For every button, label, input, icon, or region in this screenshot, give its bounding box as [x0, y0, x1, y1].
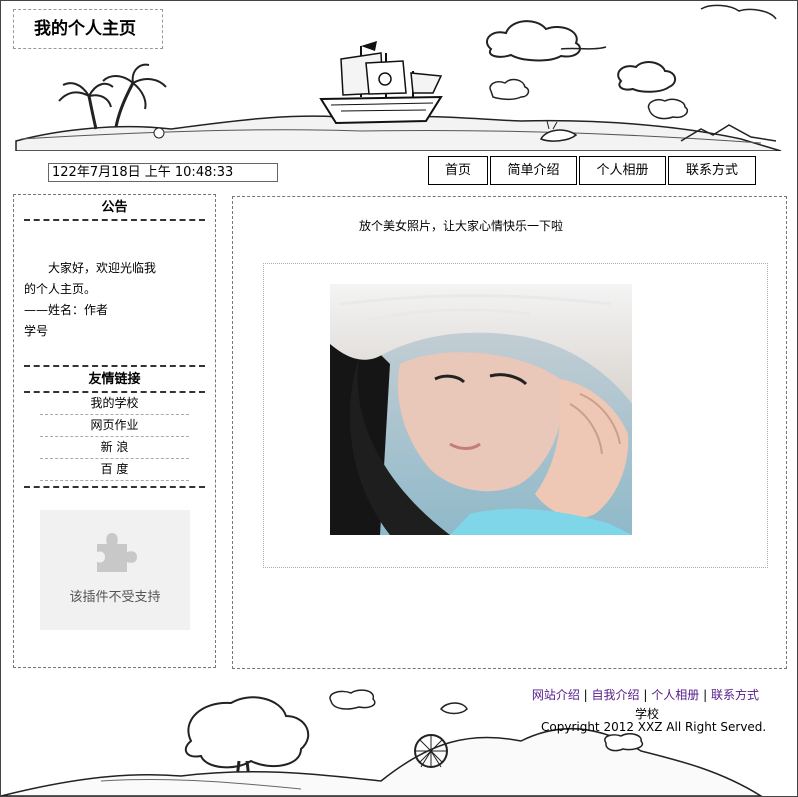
main-content: 放个美女照片，让大家心情快乐一下啦 [232, 196, 787, 669]
notice-line: ——姓名：作者 [24, 303, 109, 317]
footer-link-album[interactable]: 个人相册 [651, 688, 699, 702]
notice-line: 的个人主页。 [24, 282, 97, 296]
link-sina[interactable]: 新 浪 [40, 437, 189, 459]
nav-contact[interactable]: 联系方式 [668, 156, 756, 185]
footer-copyright: Copyright 2012 XXZ All Right Served. [541, 720, 767, 734]
link-my-school[interactable]: 我的学校 [40, 393, 189, 415]
footer-nav: 网站介绍 | 自我介绍 | 个人相册 | 联系方式 [532, 686, 759, 703]
photo-frame [263, 263, 768, 568]
notice-line: 大家好，欢迎光临我 [48, 261, 157, 275]
footer-link-site-intro[interactable]: 网站介绍 [532, 688, 580, 702]
unsupported-plugin: 该插件不受支持 [40, 510, 190, 630]
link-baidu[interactable]: 百 度 [40, 459, 189, 481]
footer-link-contact[interactable]: 联系方式 [711, 688, 759, 702]
friend-links: 我的学校 网页作业 新 浪 百 度 [24, 393, 205, 488]
site-title: 我的个人主页 [13, 9, 163, 49]
header-banner: 我的个人主页 [1, 1, 797, 151]
page: 我的个人主页 122年7月18日 上午 10:48:33 首页 简单介绍 个人相… [0, 0, 798, 797]
clock-display[interactable]: 122年7月18日 上午 10:48:33 [48, 163, 278, 182]
main-nav: 首页 简单介绍 个人相册 联系方式 [428, 156, 758, 185]
footer-separator: | [703, 688, 708, 702]
link-homework[interactable]: 网页作业 [40, 415, 189, 437]
notice-title: 公告 [24, 195, 205, 221]
footer-separator: | [583, 688, 588, 702]
sidebar: 公告 大家好，欢迎光临我 的个人主页。 ——姓名：作者 学号 友情链接 我的学校… [13, 194, 216, 668]
footer-separator: | [643, 688, 648, 702]
nav-intro[interactable]: 简单介绍 [490, 156, 577, 185]
links-title: 友情链接 [24, 367, 205, 393]
footer: 网站介绍 | 自我介绍 | 个人相册 | 联系方式 学校 Copyright 2… [1, 681, 797, 796]
notice-body: 大家好，欢迎光临我 的个人主页。 ——姓名：作者 学号 [24, 221, 205, 367]
portrait-photo [330, 284, 632, 535]
photo-caption: 放个美女照片，让大家心情快乐一下啦 [359, 219, 564, 233]
footer-link-self-intro[interactable]: 自我介绍 [592, 688, 640, 702]
notice-line: 学号 [24, 324, 49, 338]
nav-home[interactable]: 首页 [428, 156, 488, 185]
puzzle-piece-icon [97, 533, 137, 572]
nav-album[interactable]: 个人相册 [579, 156, 666, 185]
plugin-unsupported-text: 该插件不受支持 [69, 590, 161, 605]
